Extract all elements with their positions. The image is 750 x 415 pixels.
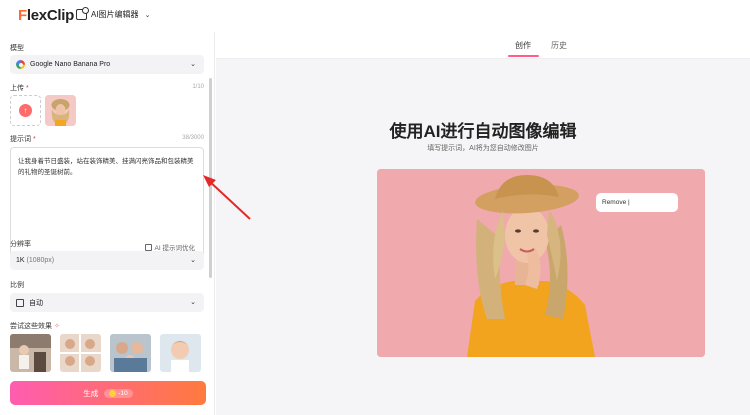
- google-icon: [16, 60, 25, 69]
- tabs-bar: 创作 历史: [216, 32, 750, 59]
- demo-prompt-input: Remove |: [596, 193, 678, 212]
- model-select[interactable]: Google Nano Banana Pro ⌄: [10, 55, 204, 74]
- generate-button[interactable]: 生成 -10: [10, 381, 206, 405]
- demo-image: Remove |: [377, 169, 705, 357]
- ratio-icon: [16, 298, 24, 307]
- top-header: FlexClip AI图片编辑器 ⌄: [0, 0, 750, 32]
- prompt-count: 38/3000: [182, 135, 204, 141]
- left-panel: 模型 Google Nano Banana Pro ⌄ 上传 * 1/10 ↑ …: [0, 32, 215, 415]
- effects-list: [10, 334, 201, 372]
- model-label: 模型: [10, 45, 24, 52]
- tab-create[interactable]: 创作: [515, 40, 531, 51]
- prompt-text: 让我身着节日盛装，站在装饰精美、挂满闪亮饰品和包装精美的礼物的圣诞树前。: [18, 158, 194, 176]
- upload-count: 1/10: [192, 84, 204, 90]
- ratio-label: 比例: [10, 282, 24, 289]
- credit-cost: -10: [104, 388, 133, 398]
- model-value: Google Nano Banana Pro: [30, 61, 111, 68]
- prompt-textarea[interactable]: 让我身着节日盛装，站在装饰精美、挂满闪亮饰品和包装精美的礼物的圣诞树前。 AI …: [10, 147, 204, 259]
- effect-thumbnail[interactable]: [60, 334, 101, 372]
- image-edit-icon: [76, 7, 89, 20]
- effects-label: 尝试这些效果 ✧: [10, 323, 60, 330]
- magic-icon: [144, 243, 152, 251]
- flexclip-logo[interactable]: FlexClip: [18, 7, 74, 24]
- tool-name: AI图片编辑器: [91, 10, 139, 19]
- left-panel-scrollbar[interactable]: [209, 78, 212, 278]
- tab-history[interactable]: 历史: [551, 40, 567, 51]
- coin-icon: [109, 389, 117, 397]
- chevron-down-icon: ⌄: [190, 299, 196, 306]
- effect-thumbnail[interactable]: [10, 334, 51, 372]
- chevron-down-icon: ⌄: [144, 11, 151, 19]
- page-subtitle: 填写提示词，AI将为您自动修改图片: [427, 145, 539, 152]
- upload-icon: ↑: [19, 104, 32, 117]
- prompt-label: 提示词 *: [10, 136, 36, 143]
- tool-switcher[interactable]: AI图片编辑器 ⌄: [76, 7, 151, 20]
- main-canvas: 创作 历史 使用AI进行自动图像编辑 填写提示词，AI将为您自动修改图片 Rem…: [216, 32, 750, 415]
- resolution-label: 分辨率: [10, 241, 31, 248]
- effect-thumbnail[interactable]: [110, 334, 151, 372]
- resolution-select[interactable]: 1K (1080px) ⌄: [10, 251, 204, 270]
- chevron-down-icon: ⌄: [190, 257, 196, 264]
- chevron-down-icon: ⌄: [190, 61, 196, 68]
- effect-thumbnail[interactable]: [160, 334, 201, 372]
- upload-dropzone[interactable]: ↑: [10, 95, 41, 126]
- active-tab-indicator: [508, 55, 539, 57]
- ratio-select[interactable]: 自动 ⌄: [10, 293, 204, 312]
- upload-label: 上传 *: [10, 85, 29, 92]
- page-title: 使用AI进行自动图像编辑: [389, 122, 577, 141]
- uploaded-image-thumbnail[interactable]: [45, 95, 76, 126]
